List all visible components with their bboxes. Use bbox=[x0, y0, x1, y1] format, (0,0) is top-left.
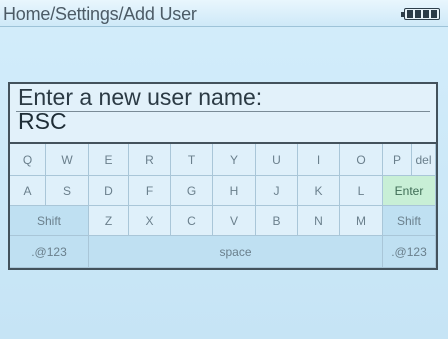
key-b[interactable]: B bbox=[256, 206, 298, 236]
key-delete[interactable]: del bbox=[412, 144, 436, 176]
key-r[interactable]: R bbox=[129, 144, 171, 176]
key-y[interactable]: Y bbox=[213, 144, 256, 176]
breadcrumb: Home/Settings/Add User bbox=[3, 4, 197, 24]
key-c[interactable]: C bbox=[171, 206, 213, 236]
symbols-key-left[interactable]: .@123 bbox=[10, 236, 89, 268]
key-t[interactable]: T bbox=[171, 144, 213, 176]
prompt-label: Enter a new user name: bbox=[18, 84, 263, 110]
key-j[interactable]: J bbox=[256, 176, 298, 206]
input-divider bbox=[16, 111, 430, 112]
key-d[interactable]: D bbox=[89, 176, 129, 206]
user-name-input[interactable]: RSC bbox=[18, 108, 67, 134]
key-p[interactable]: P bbox=[383, 144, 412, 176]
key-h[interactable]: H bbox=[213, 176, 256, 206]
key-v[interactable]: V bbox=[213, 206, 256, 236]
enter-key[interactable]: Enter bbox=[383, 176, 436, 206]
key-l[interactable]: L bbox=[340, 176, 383, 206]
top-bar: Home/Settings/Add User bbox=[0, 0, 448, 27]
symbols-key-right[interactable]: .@123 bbox=[383, 236, 436, 268]
key-w[interactable]: W bbox=[46, 144, 89, 176]
space-key[interactable]: space bbox=[89, 236, 383, 268]
key-e[interactable]: E bbox=[89, 144, 129, 176]
key-z[interactable]: Z bbox=[89, 206, 129, 236]
shift-key-right[interactable]: Shift bbox=[383, 206, 436, 236]
key-a[interactable]: A bbox=[10, 176, 46, 206]
key-o[interactable]: O bbox=[340, 144, 383, 176]
screen: Home/Settings/Add User Enter a new user … bbox=[0, 0, 448, 339]
battery-full-icon bbox=[401, 8, 440, 20]
shift-key-left[interactable]: Shift bbox=[10, 206, 89, 236]
key-k[interactable]: K bbox=[298, 176, 340, 206]
key-q[interactable]: Q bbox=[10, 144, 46, 176]
on-screen-keyboard: Q W E R T Y U I O P del A S D F G H J K … bbox=[8, 144, 438, 270]
user-name-entry: Enter a new user name: RSC bbox=[8, 82, 438, 144]
key-n[interactable]: N bbox=[298, 206, 340, 236]
key-s[interactable]: S bbox=[46, 176, 89, 206]
key-x[interactable]: X bbox=[129, 206, 171, 236]
key-g[interactable]: G bbox=[171, 176, 213, 206]
key-f[interactable]: F bbox=[129, 176, 171, 206]
key-i[interactable]: I bbox=[298, 144, 340, 176]
key-u[interactable]: U bbox=[256, 144, 298, 176]
key-m[interactable]: M bbox=[340, 206, 383, 236]
